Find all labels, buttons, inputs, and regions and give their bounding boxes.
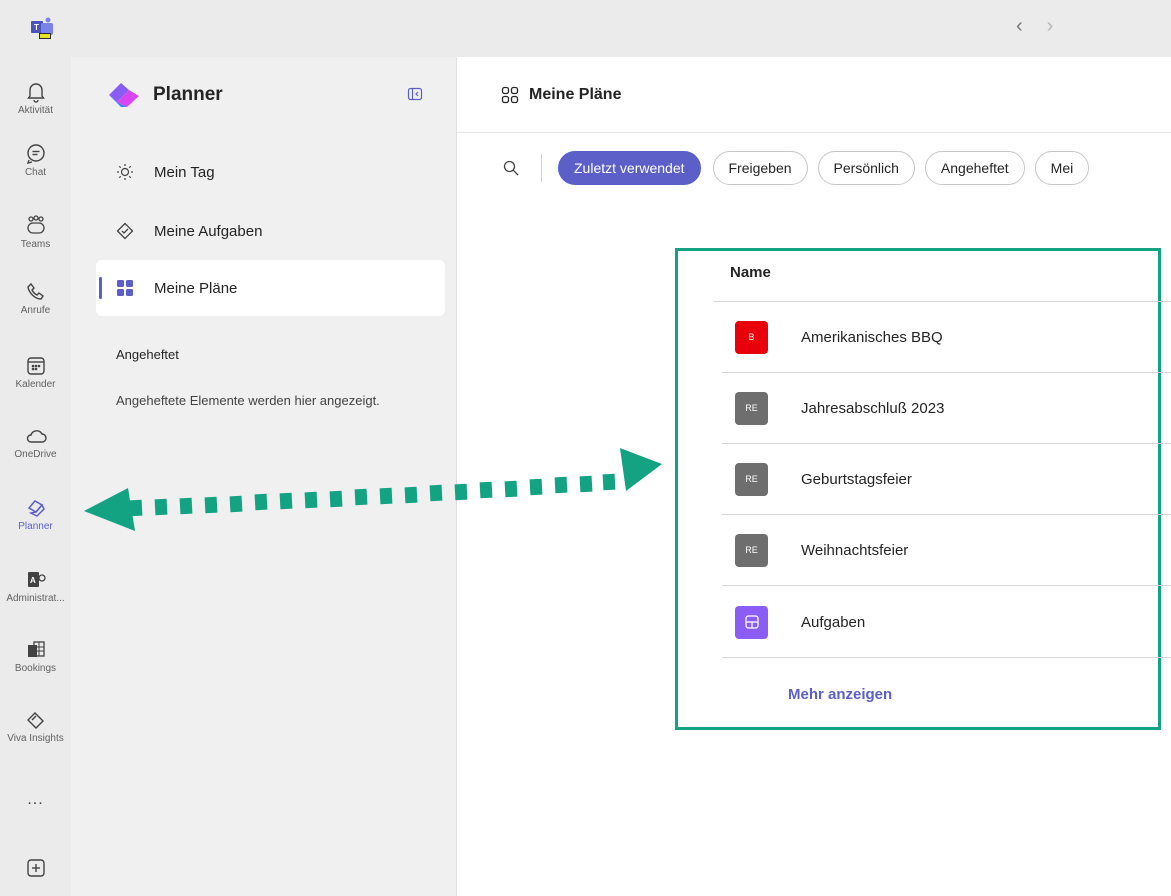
plan-badge: RE (735, 391, 768, 425)
rail-item-aktivitaet[interactable]: Aktivität (0, 81, 71, 116)
filter-bar: Zuletzt verwendet Freigeben Persönlich A… (501, 150, 1099, 186)
title-bar: T ‹ › (0, 0, 1171, 57)
plan-row[interactable]: RE Geburtstagsfeier (722, 444, 1171, 515)
plan-badge (735, 605, 768, 639)
plan-row[interactable]: B Amerikanisches BBQ (722, 302, 1171, 373)
plan-badge: RE (735, 462, 768, 496)
search-button[interactable] (501, 158, 521, 178)
chevron-right-icon[interactable]: › (1047, 15, 1054, 38)
rail-label: Planner (18, 521, 53, 532)
filter-chip-persoenlich[interactable]: Persönlich (817, 151, 915, 185)
rail-item-chat[interactable]: Chat (0, 143, 71, 178)
column-header-name[interactable]: Name (730, 264, 771, 281)
plan-name: Amerikanisches BBQ (801, 328, 943, 346)
pinned-section-title: Angeheftet (116, 347, 179, 362)
rail-label: Chat (24, 167, 47, 178)
sun-icon (117, 164, 133, 180)
filter-chip-angeheftet[interactable]: Angeheftet (924, 151, 1025, 185)
app-rail: Aktivität Chat Teams Anrufe Kalender One… (0, 57, 71, 896)
nav-item-label: Meine Pläne (154, 279, 238, 297)
rail-label: Kalender (15, 379, 56, 390)
plan-badge: RE (735, 533, 768, 567)
search-icon (503, 160, 519, 176)
svg-text:A: A (30, 576, 36, 585)
rail-item-kalender[interactable]: Kalender (0, 355, 71, 390)
rail-item-admin[interactable]: A Administrat... (0, 569, 71, 604)
svg-text:T: T (34, 23, 39, 32)
plan-row[interactable]: Aufgaben (722, 587, 1171, 658)
collapse-panel-icon (407, 87, 423, 101)
rail-item-anrufe[interactable]: Anrufe (0, 281, 71, 316)
more-apps-button[interactable]: ... (0, 791, 71, 809)
rail-item-bookings[interactable]: Bookings (0, 639, 71, 674)
phone-icon (26, 282, 44, 300)
cloud-icon (26, 430, 47, 443)
collapse-panel-button[interactable] (407, 86, 423, 107)
planner-logo-icon (109, 83, 139, 107)
filter-chip-more[interactable]: Mei (1034, 151, 1090, 185)
panel-title: Planner (153, 84, 223, 105)
grid-outline-icon (501, 86, 519, 104)
rail-item-viva-insights[interactable]: Viva Insights (0, 709, 71, 744)
calendar-icon (26, 357, 45, 375)
admin-icon: A (27, 572, 46, 587)
filter-chip-zuletzt-verwendet[interactable]: Zuletzt verwendet (558, 151, 701, 185)
rail-label: Teams (20, 239, 51, 250)
task-check-icon (116, 222, 134, 240)
main-header: Meine Pläne (457, 57, 1171, 133)
nav-item-label: Mein Tag (154, 163, 215, 181)
more-apps-label: ... (27, 791, 44, 808)
plan-name: Geburtstagsfeier (801, 470, 912, 488)
bookings-icon (27, 641, 45, 657)
rail-label: Bookings (14, 663, 57, 674)
plus-square-icon (26, 859, 45, 877)
chat-icon (26, 144, 45, 164)
bell-icon (26, 83, 45, 103)
plan-name: Aufgaben (801, 613, 866, 631)
page-title: Meine Pläne (529, 86, 622, 103)
show-more-link[interactable]: Mehr anzeigen (788, 686, 892, 703)
rail-label: OneDrive (14, 449, 57, 460)
rail-label: Anrufe (20, 305, 51, 316)
teams-logo-icon: T (31, 17, 53, 39)
plan-name: Jahresabschluß 2023 (801, 399, 945, 417)
planner-icon (27, 500, 45, 517)
nav-item-mein-tag[interactable]: Mein Tag (96, 144, 445, 200)
rail-item-planner[interactable]: Planner (0, 497, 71, 532)
rail-label: Viva Insights (7, 733, 64, 744)
grid-icon (117, 280, 133, 296)
teams-icon (26, 215, 45, 234)
pinned-empty-text: Angeheftete Elemente werden hier angezei… (116, 393, 380, 408)
add-app-button[interactable] (0, 857, 71, 879)
rail-label: Administrat... (6, 593, 65, 604)
plan-row[interactable]: RE Weihnachtsfeier (722, 515, 1171, 586)
plan-row[interactable]: RE Jahresabschluß 2023 (722, 373, 1171, 444)
rail-item-teams[interactable]: Teams (0, 215, 71, 250)
filter-chip-freigeben[interactable]: Freigeben (712, 151, 808, 185)
plan-badge: B (735, 320, 768, 354)
nav-item-meine-aufgaben[interactable]: Meine Aufgaben (96, 203, 445, 259)
insights-icon (26, 712, 44, 729)
plan-name: Weihnachtsfeier (801, 541, 909, 559)
nav-item-meine-plaene[interactable]: Meine Pläne (96, 260, 445, 316)
planner-panel: Planner Mein Tag Meine Aufgaben Meine Pl… (71, 57, 457, 896)
nav-item-label: Meine Aufgaben (154, 222, 263, 240)
rail-label: Aktivität (17, 105, 53, 116)
rail-item-onedrive[interactable]: OneDrive (0, 425, 71, 460)
filter-divider (541, 154, 542, 182)
planner-task-icon (744, 615, 759, 629)
chevron-left-icon[interactable]: ‹ (1016, 15, 1023, 38)
